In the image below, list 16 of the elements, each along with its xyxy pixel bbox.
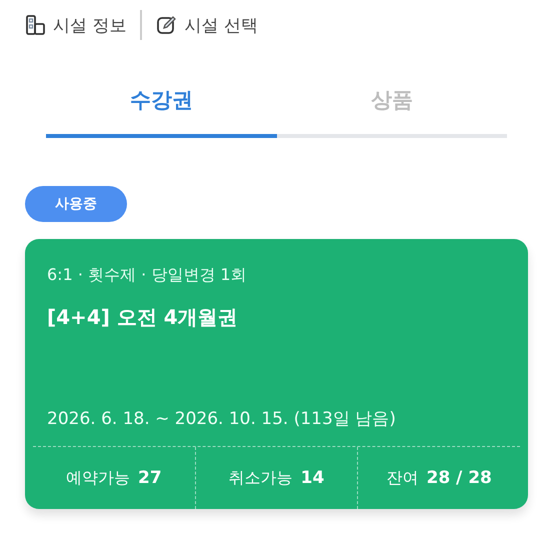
tab[interactable]: 수강권 bbox=[46, 86, 276, 138]
stat-label: 예약가능 bbox=[66, 468, 130, 488]
stat-value: 14 bbox=[300, 468, 324, 488]
stat-value: 28 / 28 bbox=[426, 468, 492, 488]
pass-period: 2026. 6. 18. ~ 2026. 10. 15. (113일 남음) bbox=[47, 408, 397, 430]
top-menu-item[interactable]: 시설 정보 bbox=[25, 14, 126, 36]
pass-title: [4+4] 오전 4개월권 bbox=[47, 304, 239, 331]
pass-card[interactable]: 6:1 · 횟수제 · 당일변경 1회 [4+4] 오전 4개월권 2026. 6. 18. ~ 2026. 10. 15. (113일 남음) 예약가능 27 취소가능 14 잔여 28 / 28 bbox=[25, 239, 528, 509]
stat-label: 취소가능 bbox=[228, 468, 293, 488]
pass-meta: 6:1 · 횟수제 · 당일변경 1회 bbox=[47, 265, 248, 286]
edit-icon bbox=[156, 14, 178, 36]
stat-label: 잔여 bbox=[386, 468, 418, 488]
building-icon bbox=[25, 14, 47, 36]
top-menu-item[interactable]: 시설 선택 bbox=[156, 14, 258, 36]
status-badge: 사용중 bbox=[25, 186, 127, 222]
stat-value: 27 bbox=[138, 468, 162, 488]
